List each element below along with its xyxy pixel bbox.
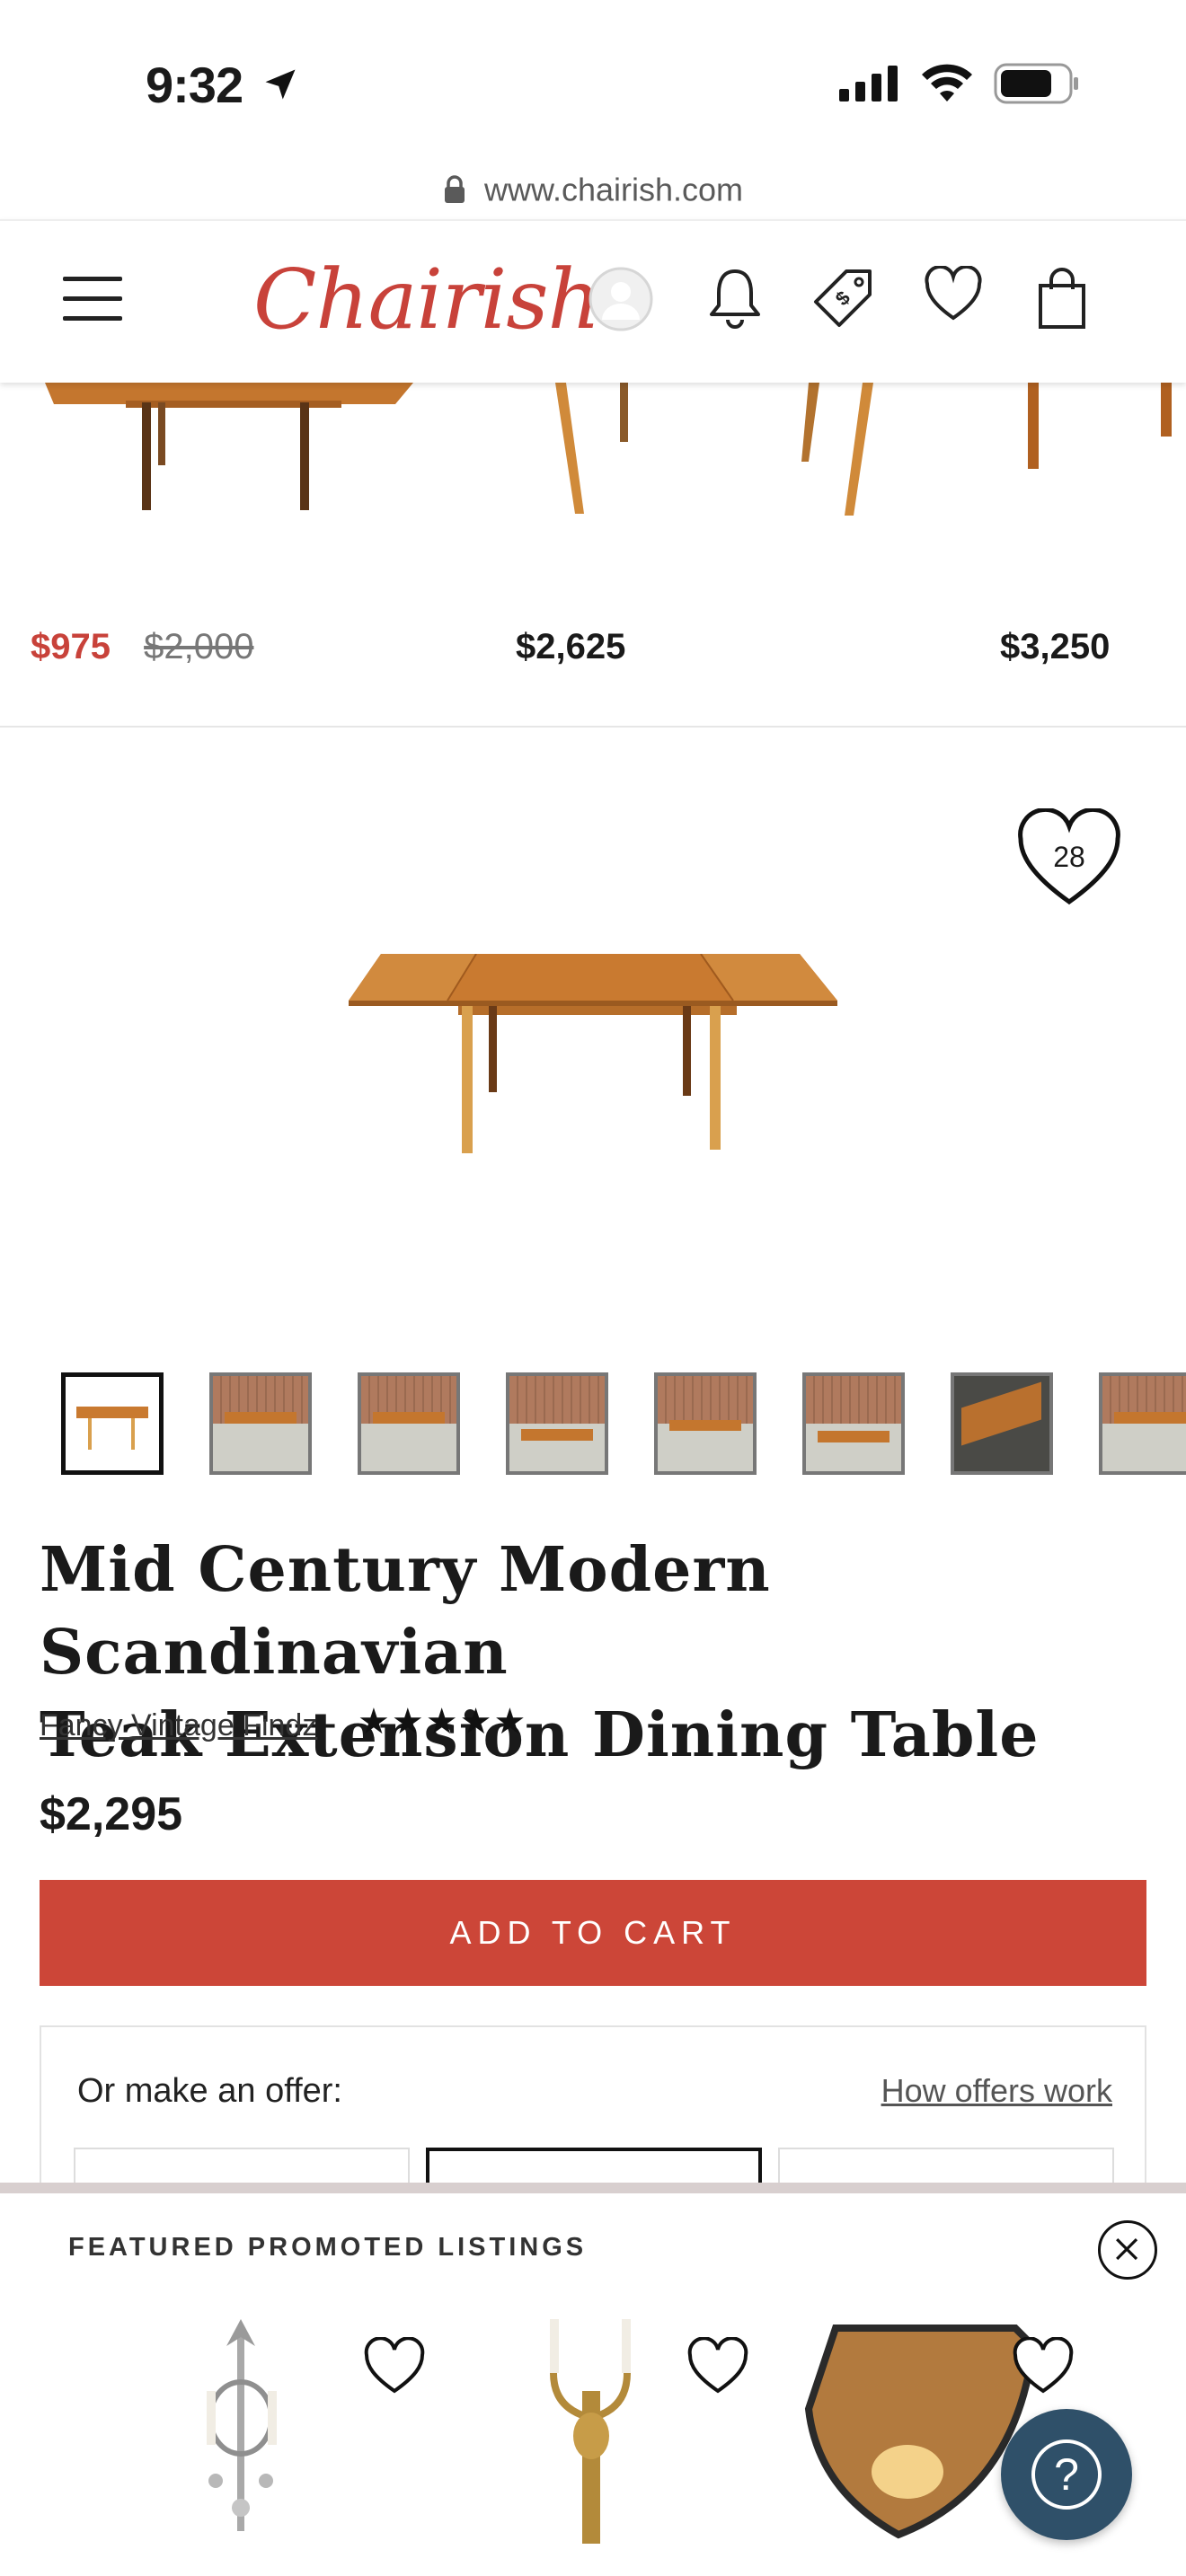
related-item-price[interactable]: $3,250 [1000, 627, 1110, 667]
site-header: Chairish $ [0, 219, 1186, 383]
promo-heading: FEATURED PROMOTED LISTINGS [68, 2233, 588, 2262]
status-bar: 9:32 [0, 0, 1186, 171]
status-time: 9:32 [146, 57, 243, 113]
menu-button[interactable] [63, 277, 122, 322]
thumbnail-item[interactable] [654, 1372, 757, 1475]
original-price: $2,000 [144, 627, 254, 666]
thumbnail-strip [0, 1369, 1186, 1477]
lock-icon [444, 175, 465, 204]
related-listings-strip: $975 $2,000 $2,625 $3,250 [0, 383, 1186, 728]
promoted-listings-drawer: FEATURED PROMOTED LISTINGS [0, 2193, 1186, 2576]
thumbnail-item[interactable] [209, 1372, 312, 1475]
promoted-favorite-heart-icon[interactable] [1012, 2337, 1075, 2396]
seller-rating-stars: ★★★★★ [358, 1702, 528, 1742]
thumbnail-item[interactable] [802, 1372, 905, 1475]
favorite-count: 28 [1053, 841, 1085, 873]
seller-link[interactable]: Fancy Vintage Findz [40, 1708, 317, 1743]
thumbnail-item[interactable] [506, 1372, 608, 1475]
related-item-price[interactable]: $2,625 [516, 627, 625, 667]
offer-label: Or make an offer: [77, 2072, 342, 2110]
how-offers-work-link[interactable]: How offers work [881, 2072, 1112, 2110]
promoted-favorite-heart-icon[interactable] [363, 2337, 426, 2396]
product-price: $2,295 [40, 1788, 183, 1840]
thumbnail-item[interactable] [61, 1372, 164, 1475]
url-text: www.chairish.com [483, 171, 744, 208]
question-mark-icon: ? [1031, 2439, 1102, 2510]
product-title-line1: Mid Century Modern Scandinavian [40, 1534, 771, 1689]
svg-text:$: $ [831, 287, 854, 310]
url-bar[interactable]: www.chairish.com [0, 169, 1186, 219]
account-avatar-icon[interactable] [588, 266, 654, 332]
promo-divider [0, 2183, 1186, 2193]
notifications-bell-icon[interactable] [706, 266, 764, 331]
related-item-price[interactable]: $975 $2,000 [31, 627, 253, 667]
shopping-bag-icon[interactable] [1035, 266, 1089, 331]
battery-icon [994, 63, 1078, 104]
thumbnail-item[interactable] [951, 1372, 1053, 1475]
add-to-cart-button[interactable]: ADD TO CART [40, 1880, 1146, 1986]
location-arrow-icon [265, 69, 296, 100]
sale-price: $975 [31, 627, 111, 666]
help-button[interactable]: ? [1001, 2409, 1132, 2540]
wifi-icon [922, 64, 972, 101]
close-icon[interactable] [1098, 2220, 1157, 2280]
favorites-heart-icon[interactable] [924, 266, 983, 323]
product-image-gallery[interactable]: 28 [0, 729, 1186, 1358]
promoted-favorite-heart-icon[interactable] [686, 2337, 749, 2396]
status-icons [839, 63, 1080, 104]
price-tag-icon[interactable]: $ [812, 266, 875, 329]
chairish-logo[interactable]: Chairish [253, 251, 601, 348]
related-item-image[interactable] [0, 383, 1186, 544]
thumbnail-item[interactable] [1099, 1372, 1186, 1475]
cellular-signal-icon [839, 66, 898, 101]
thumbnail-item[interactable] [358, 1372, 460, 1475]
product-main-image[interactable] [341, 954, 845, 1160]
